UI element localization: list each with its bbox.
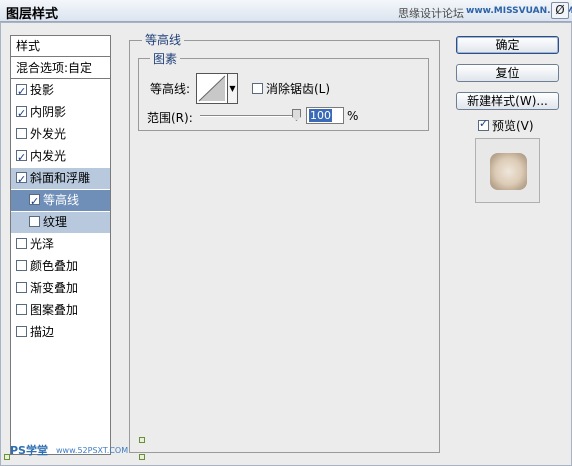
checkbox-icon[interactable] (16, 128, 27, 139)
range-unit: % (347, 109, 359, 123)
corner-marker (4, 454, 10, 460)
triangle-down-icon: ▼ (229, 84, 236, 93)
style-item-label: 渐变叠加 (30, 281, 79, 295)
contour-dropdown-button[interactable]: ▼ (228, 73, 238, 104)
checkbox-icon[interactable] (16, 103, 27, 124)
style-item-texture[interactable]: 纹理 (11, 212, 110, 233)
preview-checkbox[interactable]: 预览(V) (478, 117, 534, 134)
corner-marker (139, 437, 145, 443)
style-item-gradient-overlay[interactable]: 渐变叠加 (11, 278, 110, 299)
style-item-stroke[interactable]: 描边 (11, 322, 110, 343)
antialias-label: 消除锯齿(L) (266, 82, 331, 96)
style-item-label: 内阴影 (30, 105, 67, 119)
contour-section-title: 等高线 (142, 31, 185, 48)
dialog-title: 图层样式 (6, 7, 59, 22)
contour-curve-icon (198, 75, 226, 102)
style-item-contour[interactable]: 等高线 (11, 190, 110, 212)
new-style-button[interactable]: 新建样式(W)... (456, 92, 559, 110)
checkbox-icon[interactable] (252, 83, 263, 94)
style-item-satin[interactable]: 光泽 (11, 234, 110, 255)
range-label: 范围(R): (147, 111, 193, 125)
range-slider-track[interactable] (200, 115, 297, 117)
contour-label: 等高线: (150, 82, 191, 96)
style-item-outer-glow[interactable]: 外发光 (11, 124, 110, 145)
checkbox-icon[interactable] (16, 304, 27, 315)
style-item-label: 斜面和浮雕 (30, 171, 91, 185)
style-item-pattern-overlay[interactable]: 图案叠加 (11, 300, 110, 321)
checkbox-icon[interactable] (16, 282, 27, 293)
range-input[interactable]: 100 (306, 107, 344, 124)
style-item-label: 外发光 (30, 127, 67, 141)
watermark-text: 思缘设计论坛 (398, 7, 464, 20)
blend-options-item[interactable]: 混合选项:自定 (11, 58, 110, 79)
style-item-color-overlay[interactable]: 颜色叠加 (11, 256, 110, 277)
style-item-bevel-emboss[interactable]: 斜面和浮雕 (11, 168, 110, 190)
style-item-label: 颜色叠加 (30, 259, 79, 273)
checkbox-icon[interactable] (29, 191, 40, 212)
title-bar: 图层样式 思缘设计论坛 www.MISSVUAN.COM Ø (0, 0, 572, 22)
range-value: 100 (309, 109, 332, 122)
reset-button[interactable]: 复位 (456, 64, 559, 82)
preview-swatch (490, 153, 527, 190)
style-item-label: 等高线 (43, 193, 80, 207)
style-item-inner-shadow[interactable]: 内阴影 (11, 102, 110, 124)
checkbox-icon[interactable] (478, 117, 489, 131)
checkbox-icon[interactable] (16, 169, 27, 190)
preview-label: 预览(V) (492, 119, 534, 133)
style-item-drop-shadow[interactable]: 投影 (11, 80, 110, 102)
styles-header[interactable]: 样式 (11, 36, 110, 57)
style-item-label: 光泽 (30, 237, 55, 251)
checkbox-icon[interactable] (16, 147, 27, 168)
checkbox-icon[interactable] (16, 81, 27, 102)
antialias-checkbox[interactable]: 消除锯齿(L) (252, 80, 330, 97)
style-item-label: 内发光 (30, 149, 67, 163)
checkbox-icon[interactable] (16, 238, 27, 249)
elements-section-title: 图素 (150, 50, 181, 67)
style-item-label: 投影 (30, 83, 55, 97)
ok-button[interactable]: 确定 (456, 36, 559, 54)
footer-watermark-site: www.52PSXT.COM (56, 446, 129, 455)
style-item-label: 纹理 (43, 215, 68, 229)
close-icon: Ø (555, 3, 565, 17)
checkbox-icon[interactable] (16, 260, 27, 271)
styles-list: 样式 混合选项:自定 投影 内阴影 外发光 内发光 斜面和浮雕 等高线 纹理 光… (10, 35, 111, 455)
checkbox-icon[interactable] (29, 216, 40, 227)
style-item-label: 描边 (30, 325, 55, 339)
contour-picker[interactable] (196, 73, 228, 104)
style-item-inner-glow[interactable]: 内发光 (11, 146, 110, 168)
footer-watermark: PS学堂 (10, 444, 48, 457)
style-item-label: 图案叠加 (30, 303, 79, 317)
checkbox-icon[interactable] (16, 326, 27, 337)
corner-marker (139, 454, 145, 460)
close-button[interactable]: Ø (551, 2, 569, 19)
style-preview (475, 138, 540, 203)
